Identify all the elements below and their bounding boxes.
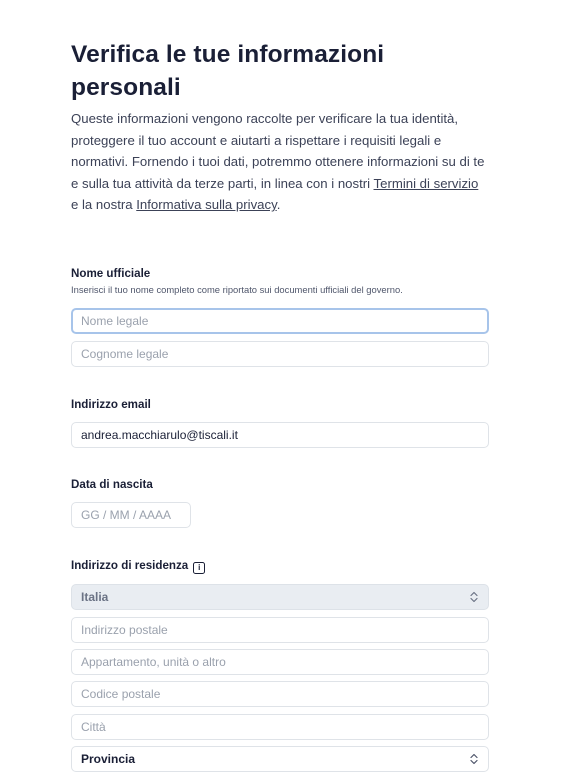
province-value: Provincia — [81, 752, 136, 766]
province-select[interactable]: Provincia — [71, 746, 489, 772]
info-icon[interactable]: i — [193, 562, 206, 574]
legal-first-name-field[interactable] — [71, 308, 489, 334]
verification-page: Verifica le tue informazioni personali Q… — [0, 0, 567, 779]
postal-code-field[interactable] — [71, 681, 489, 707]
apartment-field[interactable] — [71, 649, 489, 675]
dob-input[interactable] — [81, 508, 190, 522]
address-label-text: Indirizzo di residenza — [71, 559, 189, 572]
privacy-link[interactable]: Informativa sulla privacy — [136, 197, 276, 212]
header: Verifica le tue informazioni personali Q… — [71, 38, 489, 216]
dob-field[interactable] — [71, 502, 191, 528]
chevron-updown-icon — [470, 591, 478, 603]
dob-label: Data di nascita — [71, 478, 153, 491]
country-select[interactable]: Italia — [71, 584, 489, 610]
intro-paragraph: Queste informazioni vengono raccolte per… — [71, 108, 489, 216]
legal-last-name-input[interactable] — [81, 347, 488, 361]
city-input[interactable] — [81, 720, 488, 734]
page-title: Verifica le tue informazioni personali — [71, 41, 385, 101]
name-section-title: Nome ufficiale — [71, 267, 151, 280]
name-section-hint: Inserisci il tuo nome completo come ripo… — [71, 284, 403, 295]
address-label: Indirizzo di residenza i — [71, 559, 206, 574]
street-address-field[interactable] — [71, 617, 489, 643]
city-field[interactable] — [71, 714, 489, 740]
postal-code-input[interactable] — [81, 687, 488, 701]
legal-last-name-field[interactable] — [71, 341, 489, 367]
name-section: Nome ufficiale Inserisci il tuo nome com… — [71, 267, 403, 295]
terms-link[interactable]: Termini di servizio — [374, 176, 479, 191]
email-label: Indirizzo email — [71, 398, 151, 411]
email-input[interactable] — [81, 428, 488, 442]
intro-end: . — [276, 197, 281, 212]
chevron-updown-icon — [470, 753, 478, 765]
country-value: Italia — [81, 590, 109, 604]
street-address-input[interactable] — [81, 623, 488, 637]
email-field[interactable] — [71, 422, 489, 448]
intro-connector: e la nostra — [71, 197, 137, 212]
legal-first-name-input[interactable] — [81, 314, 487, 328]
apartment-input[interactable] — [81, 655, 488, 669]
